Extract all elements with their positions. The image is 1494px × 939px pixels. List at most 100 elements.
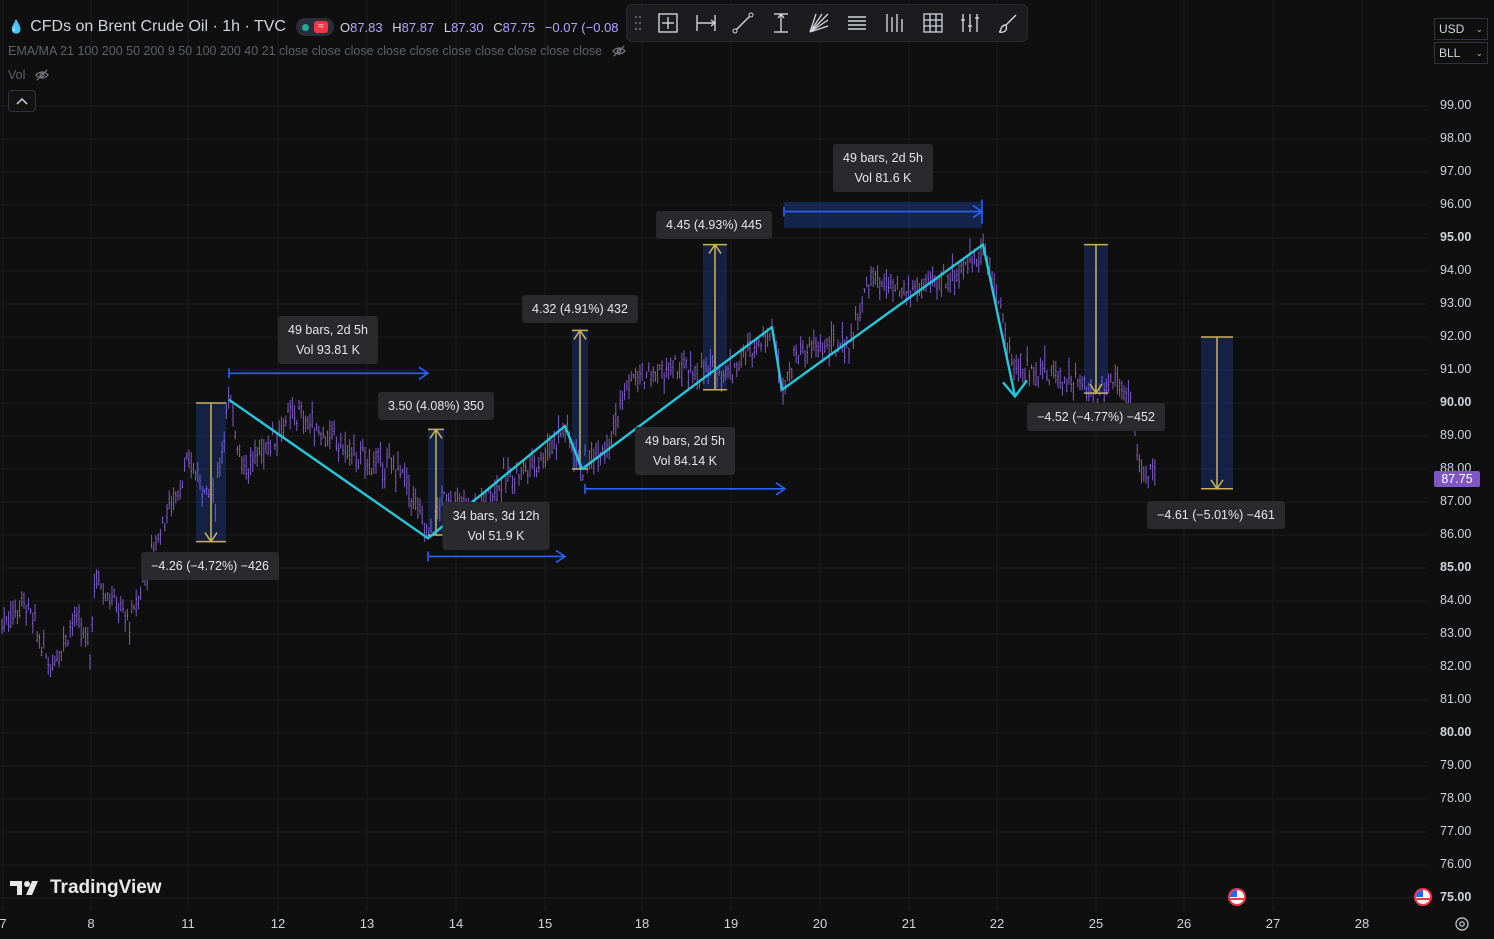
price-tick-label: 98.00	[1440, 131, 1472, 145]
annotation-line: Vol 93.81 K	[296, 343, 360, 357]
horizontal-lines-button[interactable]	[838, 6, 876, 40]
date-price-range-icon	[658, 13, 678, 33]
us-flag-event-icon[interactable]	[1228, 888, 1246, 906]
ema-ma-indicator-label[interactable]: EMA/MA 21 100 200 50 200 9 50 100 200 40…	[8, 44, 602, 58]
price-tick-label: 76.00	[1440, 857, 1472, 871]
time-tick-label: 15	[537, 916, 553, 931]
data-delay-icon: ≈	[313, 21, 328, 33]
symbol-title[interactable]: CFDs on Brent Crude Oil · 1h · TVC	[30, 18, 286, 36]
annotation-line: Vol 84.14 K	[653, 454, 717, 468]
annotation-line: 49 bars, 2d 5h	[288, 323, 368, 337]
price-tick-label: 83.00	[1440, 626, 1472, 640]
high-label: H	[392, 19, 402, 35]
low-value: 87.30	[451, 19, 484, 35]
price-tick-label: 86.00	[1440, 527, 1472, 541]
chevron-up-icon	[16, 97, 28, 105]
price-tick-label: 93.00	[1440, 296, 1472, 310]
price-tick-label: 79.00	[1440, 758, 1472, 772]
pitchfork-button[interactable]	[951, 6, 989, 40]
drawing-toolbar[interactable]	[626, 4, 1028, 42]
us-flag-event-icon[interactable]	[1414, 888, 1432, 906]
trend-line-button[interactable]	[725, 6, 763, 40]
price-change-label[interactable]: 4.32 (4.91%) 432	[522, 295, 638, 323]
date-range-box[interactable]	[784, 201, 982, 229]
annotation-line: −4.61 (−5.01%) −461	[1157, 508, 1275, 522]
tradingview-logo-icon	[10, 881, 38, 895]
annotation-line: −4.26 (−4.72%) −426	[151, 559, 269, 573]
price-range-button[interactable]	[762, 6, 800, 40]
annotation-line: 3.50 (4.08%) 350	[388, 399, 484, 413]
date-range-icon	[695, 15, 716, 31]
time-tick-label: 27	[1265, 916, 1281, 931]
market-open-dot-icon	[301, 23, 309, 31]
time-tick-label: 21	[901, 916, 917, 931]
price-change-label[interactable]: −4.52 (−4.77%) −452	[1027, 403, 1165, 431]
price-change-label[interactable]: −4.26 (−4.72%) −426	[141, 552, 279, 580]
price-change-label[interactable]: −4.61 (−5.01%) −461	[1147, 501, 1285, 529]
date-range-label[interactable]: 34 bars, 3d 12h Vol 51.9 K	[442, 502, 550, 550]
vertical-lines-icon	[886, 14, 903, 32]
gear-icon[interactable]	[1454, 916, 1470, 932]
vertical-lines-button[interactable]	[876, 6, 914, 40]
collapse-legend-button[interactable]	[8, 90, 36, 112]
trend-line-icon	[732, 12, 754, 34]
date-range-label[interactable]: 49 bars, 2d 5h Vol 84.14 K	[635, 427, 735, 475]
change-value: −0.07 (−0.08	[544, 19, 619, 35]
date-range-label[interactable]: 49 bars, 2d 5h Vol 93.81 K	[278, 316, 378, 364]
annotation-line: Vol 81.6 K	[854, 171, 912, 185]
price-tick-label: 94.00	[1440, 263, 1472, 277]
chevron-down-icon: ⌄	[1475, 23, 1483, 34]
price-tick-label: 87.00	[1440, 494, 1472, 508]
low-label: L	[443, 19, 452, 35]
time-tick-label: 14	[448, 916, 464, 931]
time-tick-label: 22	[989, 916, 1005, 931]
volume-legend[interactable]: Vol	[8, 68, 50, 82]
date-price-range-button[interactable]	[649, 6, 687, 40]
price-change-label[interactable]: 3.50 (4.08%) 350	[378, 392, 494, 420]
annotation-line: Vol 51.9 K	[467, 529, 525, 543]
chart-canvas[interactable]	[0, 0, 1494, 939]
horizontal-lines-icon	[847, 16, 866, 30]
price-tick-label: 84.00	[1440, 593, 1472, 607]
date-range-label[interactable]: 49 bars, 2d 5h Vol 81.6 K	[833, 144, 933, 192]
price-range-icon	[774, 12, 789, 33]
price-tick-label: 82.00	[1440, 659, 1472, 673]
brush-button[interactable]	[989, 6, 1027, 40]
grid-icon	[922, 13, 943, 33]
indicator-legend[interactable]: EMA/MA 21 100 200 50 200 9 50 100 200 40…	[8, 44, 627, 58]
price-change-label[interactable]: 4.45 (4.93%) 445	[656, 211, 772, 239]
eye-hidden-icon[interactable]	[35, 68, 50, 82]
close-label: C	[493, 19, 503, 35]
price-tick-label: 95.00	[1440, 230, 1472, 244]
price-tick-label: 81.00	[1440, 692, 1472, 706]
drag-handle-icon[interactable]	[633, 14, 643, 32]
price-tick-label: 91.00	[1440, 362, 1472, 376]
price-tick-label: 85.00	[1440, 560, 1472, 574]
time-tick-label: 11	[181, 916, 195, 931]
unit-select[interactable]: BLL ⌄	[1434, 42, 1488, 64]
ohlc-values: O87.83 H87.87 L87.30 C87.75 −0.07 (−0.08	[340, 20, 619, 35]
market-status-badge[interactable]: ≈	[295, 18, 334, 36]
volume-indicator-label[interactable]: Vol	[8, 68, 25, 82]
currency-select[interactable]: USD ⌄	[1434, 18, 1488, 40]
time-tick-label: 19	[723, 916, 739, 931]
fib-fan-button[interactable]	[800, 6, 838, 40]
date-range-button[interactable]	[687, 6, 725, 40]
time-tick-label: 28	[1354, 916, 1370, 931]
price-tick-label: 89.00	[1440, 428, 1472, 442]
annotation-line: 34 bars, 3d 12h	[452, 509, 540, 523]
price-tick-label: 80.00	[1440, 725, 1472, 739]
grid-button[interactable]	[914, 6, 952, 40]
eye-hidden-icon[interactable]	[612, 44, 627, 58]
price-tick-label: 92.00	[1440, 329, 1472, 343]
price-tick-label: 90.00	[1440, 395, 1472, 409]
tradingview-logo[interactable]: TradingView	[10, 877, 162, 899]
brush-icon	[999, 14, 1017, 33]
annotation-line: 4.45 (4.93%) 445	[666, 218, 762, 232]
time-tick-label: 25	[1088, 916, 1104, 931]
annotation-line: 49 bars, 2d 5h	[843, 151, 923, 165]
symbol-legend[interactable]: 💧 CFDs on Brent Crude Oil · 1h · TVC ≈ O…	[8, 18, 619, 36]
oil-drop-icon: 💧	[8, 19, 25, 34]
time-tick-label: 26	[1176, 916, 1192, 931]
chevron-down-icon: ⌄	[1475, 47, 1483, 58]
